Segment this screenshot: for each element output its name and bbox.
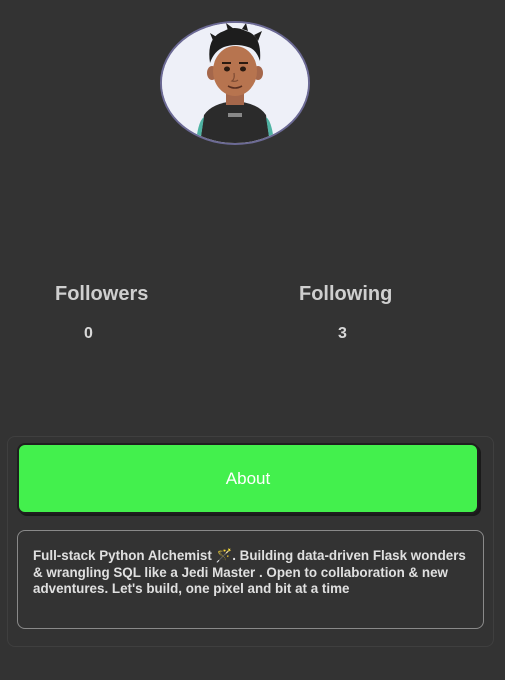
about-button[interactable]: About [17,443,479,514]
person-avatar-icon [162,23,308,143]
followers-count: 0 [84,325,93,342]
following-label[interactable]: Following [299,283,392,306]
following-count: 3 [338,325,347,342]
avatar[interactable] [160,21,310,145]
followers-label[interactable]: Followers [55,283,148,306]
profile-page: Followers 0 Following 3 About Full-stack… [0,0,505,680]
bio-text: Full-stack Python Alchemist 🪄. Building … [17,530,484,629]
